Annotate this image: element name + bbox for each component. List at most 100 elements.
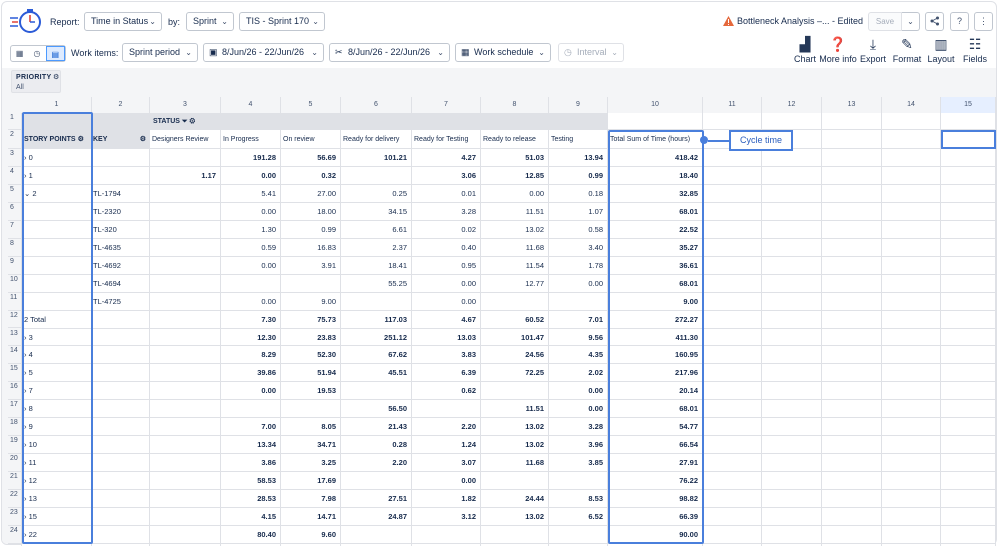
column-number[interactable]: 7 — [412, 97, 481, 113]
value-cell[interactable]: 56.50 — [341, 400, 411, 418]
column-number[interactable]: 15 — [941, 97, 996, 113]
row-number[interactable]: 11 — [8, 292, 22, 311]
value-cell[interactable]: 13.03 — [412, 329, 480, 347]
value-cell[interactable]: 0.00 — [221, 203, 280, 221]
value-cell[interactable]: 0.59 — [221, 239, 280, 257]
value-cell[interactable]: 411.30 — [608, 329, 702, 347]
value-cell[interactable]: 2.20 — [412, 418, 480, 436]
story-points-cell[interactable]: › 7 — [24, 382, 88, 400]
value-cell[interactable]: 3.40 — [549, 239, 607, 257]
story-points-cell[interactable]: › 11 — [24, 454, 88, 472]
value-cell[interactable]: 13.02 — [481, 436, 548, 454]
story-points-cell[interactable]: › 13 — [24, 490, 88, 508]
value-cell[interactable]: 418.42 — [608, 149, 702, 167]
story-points-header[interactable]: STORY POINTS ⚙ — [24, 130, 88, 149]
value-cell[interactable]: 14.71 — [281, 508, 340, 526]
value-cell[interactable]: 0.95 — [412, 257, 480, 275]
value-cell[interactable]: 1.24 — [412, 436, 480, 454]
value-cell[interactable]: 39.86 — [221, 364, 280, 382]
value-cell[interactable]: 8.53 — [549, 490, 607, 508]
value-cell[interactable]: 11.51 — [481, 400, 548, 418]
value-cell[interactable]: 251.12 — [341, 329, 411, 347]
value-cell[interactable]: 4.27 — [412, 149, 480, 167]
status-column-header[interactable]: Testing — [551, 130, 607, 149]
value-cell[interactable]: 0.02 — [412, 221, 480, 239]
value-cell[interactable]: 24.87 — [341, 508, 411, 526]
value-cell[interactable]: 19.53 — [281, 382, 340, 400]
value-cell[interactable]: 0.00 — [481, 185, 548, 203]
story-points-cell[interactable]: › 8 — [24, 400, 88, 418]
column-number[interactable]: 8 — [481, 97, 549, 113]
value-cell[interactable]: 0.00 — [221, 382, 280, 400]
value-cell[interactable]: 13.02 — [481, 508, 548, 526]
value-cell[interactable]: 75.73 — [281, 311, 340, 329]
value-cell[interactable]: 0.00 — [221, 167, 280, 185]
value-cell[interactable]: 0.00 — [549, 275, 607, 293]
status-column-header[interactable]: Ready for Testing — [414, 130, 480, 149]
column-number[interactable]: 5 — [281, 97, 341, 113]
value-cell[interactable]: 9.00 — [281, 293, 340, 311]
value-cell[interactable]: 66.54 — [608, 436, 702, 454]
value-cell[interactable]: 1.17 — [150, 167, 220, 185]
column-number[interactable]: 9 — [549, 97, 608, 113]
value-cell[interactable]: 9.00 — [608, 293, 702, 311]
value-cell[interactable]: 13.02 — [481, 221, 548, 239]
value-cell[interactable]: 16.83 — [281, 239, 340, 257]
story-points-cell[interactable]: › 9 — [24, 418, 88, 436]
value-cell[interactable]: 2.02 — [549, 364, 607, 382]
value-cell[interactable]: 0.00 — [549, 400, 607, 418]
gear-icon[interactable]: ⚙ — [140, 130, 146, 149]
status-column-header[interactable]: Ready to release — [483, 130, 548, 149]
key-cell[interactable]: TL-4725 — [93, 293, 149, 311]
value-cell[interactable]: 11.68 — [481, 239, 548, 257]
value-cell[interactable]: 4.67 — [412, 311, 480, 329]
value-cell[interactable]: 3.12 — [412, 508, 480, 526]
value-cell[interactable]: 101.21 — [341, 149, 411, 167]
value-cell[interactable]: 13.02 — [481, 418, 548, 436]
story-points-cell[interactable]: › 15 — [24, 508, 88, 526]
value-cell[interactable]: 27.00 — [281, 185, 340, 203]
gear-icon[interactable]: ⚙ — [189, 118, 195, 125]
value-cell[interactable]: 55.25 — [341, 275, 411, 293]
value-cell[interactable]: 0.99 — [549, 167, 607, 185]
value-cell[interactable]: 7.00 — [221, 418, 280, 436]
value-cell[interactable]: 0.18 — [549, 185, 607, 203]
key-header[interactable]: KEY ⚙ — [93, 130, 149, 149]
value-cell[interactable]: 12.30 — [221, 329, 280, 347]
value-cell[interactable]: 9.60 — [281, 526, 340, 544]
value-cell[interactable]: 72.25 — [481, 364, 548, 382]
value-cell[interactable]: 7.98 — [281, 490, 340, 508]
value-cell[interactable]: 0.99 — [281, 221, 340, 239]
gear-icon[interactable]: ⚙ — [78, 136, 84, 143]
row-number[interactable]: 23 — [8, 508, 22, 526]
value-cell[interactable]: 1.82 — [412, 490, 480, 508]
row-number[interactable]: 4 — [8, 166, 22, 185]
value-cell[interactable]: 0.00 — [549, 382, 607, 400]
value-cell[interactable]: 22.52 — [608, 221, 702, 239]
value-cell[interactable]: 3.07 — [412, 454, 480, 472]
value-cell[interactable]: 6.39 — [412, 364, 480, 382]
row-number[interactable]: 12 — [8, 310, 22, 329]
value-cell[interactable]: 0.40 — [412, 239, 480, 257]
column-number[interactable]: 2 — [92, 97, 150, 113]
value-cell[interactable]: 3.06 — [412, 167, 480, 185]
value-cell[interactable]: 1.07 — [549, 203, 607, 221]
value-cell[interactable]: 6.61 — [341, 221, 411, 239]
value-cell[interactable]: 272.27 — [608, 311, 702, 329]
value-cell[interactable]: 0.00 — [221, 257, 280, 275]
value-cell[interactable]: 0.00 — [412, 275, 480, 293]
row-number[interactable]: 5 — [8, 184, 22, 203]
value-cell[interactable]: 8.29 — [221, 346, 280, 364]
value-cell[interactable]: 52.30 — [281, 346, 340, 364]
value-cell[interactable]: 27.51 — [341, 490, 411, 508]
column-number[interactable]: 6 — [341, 97, 412, 113]
value-cell[interactable]: 5.41 — [221, 185, 280, 203]
value-cell[interactable]: 90.00 — [608, 526, 702, 544]
row-number[interactable]: 3 — [8, 149, 22, 167]
value-cell[interactable]: 0.01 — [412, 185, 480, 203]
value-cell[interactable]: 0.00 — [412, 472, 480, 490]
value-cell[interactable]: 3.28 — [549, 418, 607, 436]
value-cell[interactable]: 191.28 — [221, 149, 280, 167]
value-cell[interactable]: 34.15 — [341, 203, 411, 221]
row-number[interactable]: 8 — [8, 238, 22, 257]
